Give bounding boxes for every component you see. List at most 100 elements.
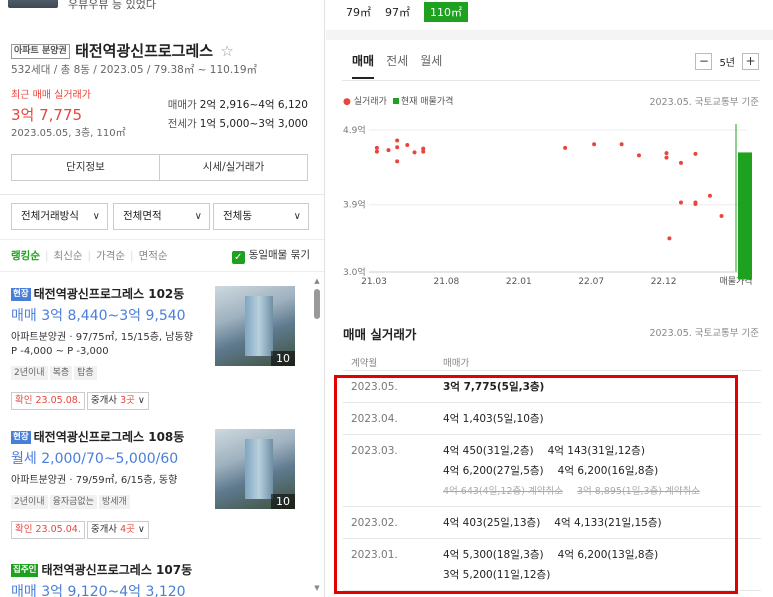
deal-point <box>664 151 669 156</box>
deal-point <box>592 142 597 147</box>
deal-prices: 4억 1,403(5일,10층) <box>443 409 558 429</box>
listing-name: 태전역광신프로그레스 107동 <box>41 563 193 577</box>
scroll-down-icon[interactable]: ▼ <box>313 584 321 592</box>
listing-tag: 복층 <box>49 366 73 380</box>
deal-price: 4억 5,300(18일,3층) <box>443 549 544 561</box>
listing-item[interactable]: 집주인 태전역광신프로그레스 107동 매매 3억 9,120~4억 3,120 <box>11 561 301 597</box>
sale-price-range: 매매가 2억 2,916~4억 6,120 <box>168 97 308 112</box>
agent-count-button[interactable]: 중개사 3곳 ∨ <box>86 392 149 410</box>
scrollbar-thumb[interactable] <box>314 289 320 319</box>
sort-ranking[interactable]: 랭킹순 <box>11 250 40 262</box>
size-tab[interactable]: 97㎡ <box>385 4 410 20</box>
deal-point <box>693 201 698 206</box>
tab-monthly[interactable]: 월세 <box>420 52 442 77</box>
area-filter[interactable]: 전체면적 ∨ <box>113 203 210 230</box>
deal-cancelled: 3억 8,895(1일,3층) 계약취소 <box>576 486 700 497</box>
deal-prices: 4억 5,300(18일,3층) 4억 6,200(13일,8층) 3억 5,200… <box>443 545 672 585</box>
deal-row: 2023.01. 4억 5,300(18일,3층) 4억 6,200(13일,8층)… <box>343 539 761 591</box>
deal-point <box>386 148 391 153</box>
chart-legend: ● 실거래가 현재 매물가격 <box>343 94 453 107</box>
deal-point <box>374 145 379 150</box>
building-filter[interactable]: 전체동 ∨ <box>213 203 309 230</box>
deal-price: 4억 403(25일,13층) <box>443 517 541 529</box>
deal-line: 3억 5,200(11일,12층) <box>443 565 672 585</box>
deal-price: 4억 6,200(27일,5층) <box>443 465 544 477</box>
building-image <box>245 296 273 356</box>
current-price-legend-icon <box>392 98 399 104</box>
confirm-date-badge: 확인 23.05.08. <box>11 392 85 410</box>
legend-actual: 실거래가 <box>353 97 387 107</box>
sort-latest[interactable]: 최신순 <box>54 250 83 262</box>
deal-line-cancelled: 4억 643(4일,12층) 계약취소 3억 8,895(1일,3층) 계약취소 <box>443 481 714 501</box>
listing-source-badge: 현장 <box>11 288 31 301</box>
sort-area[interactable]: 면적순 <box>139 250 168 262</box>
complex-name: 태전역광신프로그레스 <box>75 42 214 60</box>
col-sale-price: 매매가 <box>443 358 470 369</box>
deal-line: 4억 5,300(18일,3층) 4억 6,200(13일,8층) <box>443 545 672 565</box>
deal-point <box>664 155 669 160</box>
deal-row: 2023.03. 4억 450(31일,2층) 4억 143(31일,12층) 4억 … <box>343 435 761 507</box>
deal-point <box>719 213 724 218</box>
deal-price: 3억 7,775(5일,3층) <box>443 381 545 393</box>
listing-scrollbar[interactable]: ▲ ▼ <box>313 277 321 592</box>
deal-month: 2023.04. <box>351 413 398 425</box>
tab-sale[interactable]: 매매 <box>352 52 375 79</box>
jeonse-price-key: 전세가 <box>167 118 197 130</box>
agent-count: 4곳 <box>120 524 135 535</box>
chevron-down-icon: ∨ <box>194 211 202 222</box>
deal-point <box>678 160 683 165</box>
listing-photo[interactable]: 10 <box>215 429 295 509</box>
left-panel: 우뷰우뷰 등 있었다 아파트 분양권 태전역광신프로그레스 ☆ 532세대 / … <box>0 0 325 597</box>
price-history-button[interactable]: 시세/실거래가 <box>159 155 307 180</box>
deal-point <box>405 142 410 147</box>
listing-tag: 2년이내 <box>11 495 48 509</box>
confirm-date-badge: 확인 23.05.04. <box>11 521 85 539</box>
building-image <box>245 439 273 499</box>
listing-tag: 방세개 <box>98 495 130 509</box>
complex-thumbnail[interactable] <box>8 0 58 8</box>
listing-photo[interactable]: 10 <box>215 286 295 366</box>
sort-options: 랭킹순 | 최신순 | 가격순 | 면적순 <box>11 250 168 262</box>
tab-jeonse[interactable]: 전세 <box>386 52 408 77</box>
sort-price[interactable]: 가격순 <box>96 250 125 262</box>
deal-point <box>636 153 641 158</box>
period-plus-button[interactable]: + <box>742 53 759 70</box>
agent-label: 중개사 <box>90 395 121 406</box>
listing-tag: 탑층 <box>74 366 97 380</box>
complex-description: 우뷰우뷰 등 있었다 <box>68 0 156 11</box>
data-source: 2023.05. 국토교통부 기준 <box>649 328 759 339</box>
listing-title: 집주인 태전역광신프로그레스 107동 <box>11 561 301 578</box>
deal-cancelled: 4억 643(4일,12층) 계약취소 <box>443 486 563 497</box>
scroll-up-icon[interactable]: ▲ <box>313 277 321 285</box>
group-same-listings-toggle[interactable]: ✓ 동일매물 묶기 <box>231 247 310 264</box>
agent-count: 3곳 <box>120 395 135 406</box>
price-chart[interactable]: 4.9억3.9억3.0억21.03 21.08 22.01 22.07 22.12 매물가… <box>326 112 773 297</box>
deal-point <box>619 142 624 147</box>
agent-label: 중개사 <box>90 524 121 535</box>
photo-count: 10 <box>271 351 295 366</box>
sale-price-key: 매매가 <box>167 99 197 111</box>
complex-info-button[interactable]: 단지정보 <box>12 155 159 180</box>
checkbox-checked-icon[interactable]: ✓ <box>231 251 245 264</box>
listing-tag: 2년이내 <box>11 366 48 380</box>
area-filter-label: 전체면적 <box>123 210 162 222</box>
deal-line: 4억 450(31일,2층) 4억 143(31일,12층) <box>443 441 714 461</box>
recent-deal-price: 3억 7,775 <box>11 106 83 124</box>
deal-month: 2023.05. <box>351 381 398 393</box>
deal-point <box>667 236 672 241</box>
building-filter-label: 전체동 <box>223 210 252 222</box>
divider <box>0 271 324 272</box>
section-divider <box>326 30 773 40</box>
favorite-star-icon[interactable]: ☆ <box>220 42 233 60</box>
period-minus-button[interactable]: − <box>695 53 713 70</box>
recent-deal-label: 최근 매매 실거래가 <box>11 90 91 101</box>
col-contract-month: 계약월 <box>351 358 378 369</box>
trade-type-filter[interactable]: 전체거래방식 ∨ <box>11 203 108 230</box>
deal-point <box>421 149 426 154</box>
jeonse-price-value: 1억 5,000~3억 3,000 <box>199 118 308 130</box>
x-tick-label: 22.01 <box>506 277 532 287</box>
area-size-tabs: 79㎡ 97㎡ 110㎡ <box>346 2 482 22</box>
size-tab-selected[interactable]: 110㎡ <box>424 2 468 22</box>
agent-count-button[interactable]: 중개사 4곳 ∨ <box>86 521 149 539</box>
size-tab[interactable]: 79㎡ <box>346 4 371 20</box>
